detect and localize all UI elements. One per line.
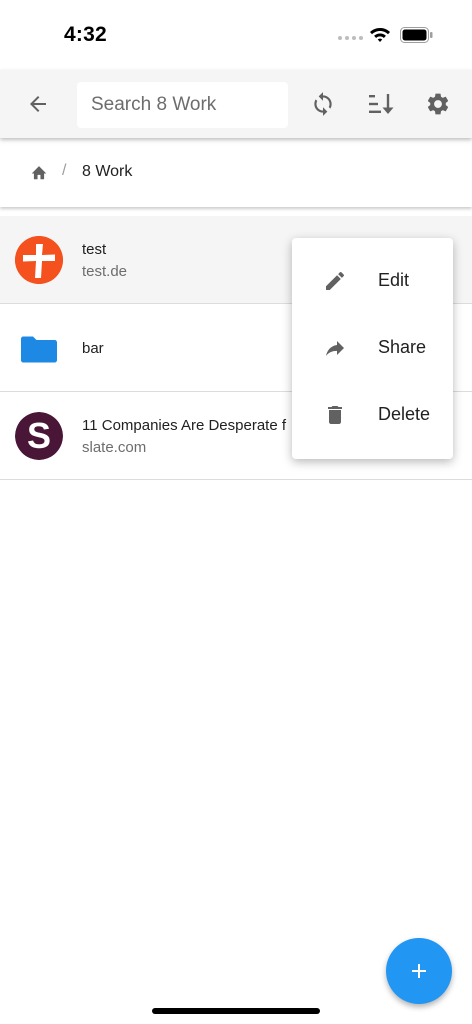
breadcrumb: / 8 Work	[0, 138, 472, 207]
search-input[interactable]	[77, 82, 288, 128]
item-title: 11 Companies Are Desperate f	[82, 417, 287, 434]
plus-icon	[412, 964, 426, 978]
menu-item-edit[interactable]: Edit	[292, 248, 453, 315]
pencil-icon	[322, 268, 348, 294]
menu-item-share[interactable]: Share	[292, 315, 453, 382]
status-bar: 4:32	[0, 0, 472, 68]
arrow-back-icon	[30, 96, 46, 112]
folder-icon	[15, 324, 63, 372]
menu-label: Delete	[378, 404, 431, 424]
signal-dots-icon	[338, 36, 363, 40]
slate-logo-icon: S	[15, 412, 63, 460]
add-button[interactable]	[386, 938, 452, 1004]
item-url: test.de	[82, 263, 128, 280]
context-menu: Edit Share Delete	[292, 238, 453, 459]
status-time: 4:32	[64, 23, 107, 46]
item-title: bar	[82, 340, 104, 357]
item-url: slate.com	[82, 439, 147, 456]
trash-icon	[322, 402, 348, 428]
breadcrumb-separator: /	[62, 162, 67, 179]
cross-logo-icon	[15, 236, 63, 284]
menu-label: Edit	[378, 270, 410, 290]
sync-button[interactable]	[307, 88, 339, 120]
settings-button[interactable]	[422, 88, 454, 120]
wifi-icon	[370, 28, 390, 42]
svg-text:S: S	[27, 415, 51, 456]
home-icon[interactable]	[30, 164, 48, 180]
share-icon	[322, 335, 348, 361]
sync-icon	[314, 92, 332, 116]
back-button[interactable]	[22, 88, 54, 120]
home-indicator	[152, 1008, 320, 1014]
breadcrumb-current[interactable]: 8 Work	[82, 163, 132, 181]
gear-icon	[427, 93, 449, 115]
sort-icon	[369, 94, 394, 114]
menu-item-delete[interactable]: Delete	[292, 382, 453, 449]
sort-button[interactable]	[364, 88, 396, 120]
item-title: test	[82, 241, 107, 258]
menu-label: Share	[378, 337, 427, 357]
toolbar	[0, 70, 472, 138]
battery-icon	[400, 27, 433, 43]
